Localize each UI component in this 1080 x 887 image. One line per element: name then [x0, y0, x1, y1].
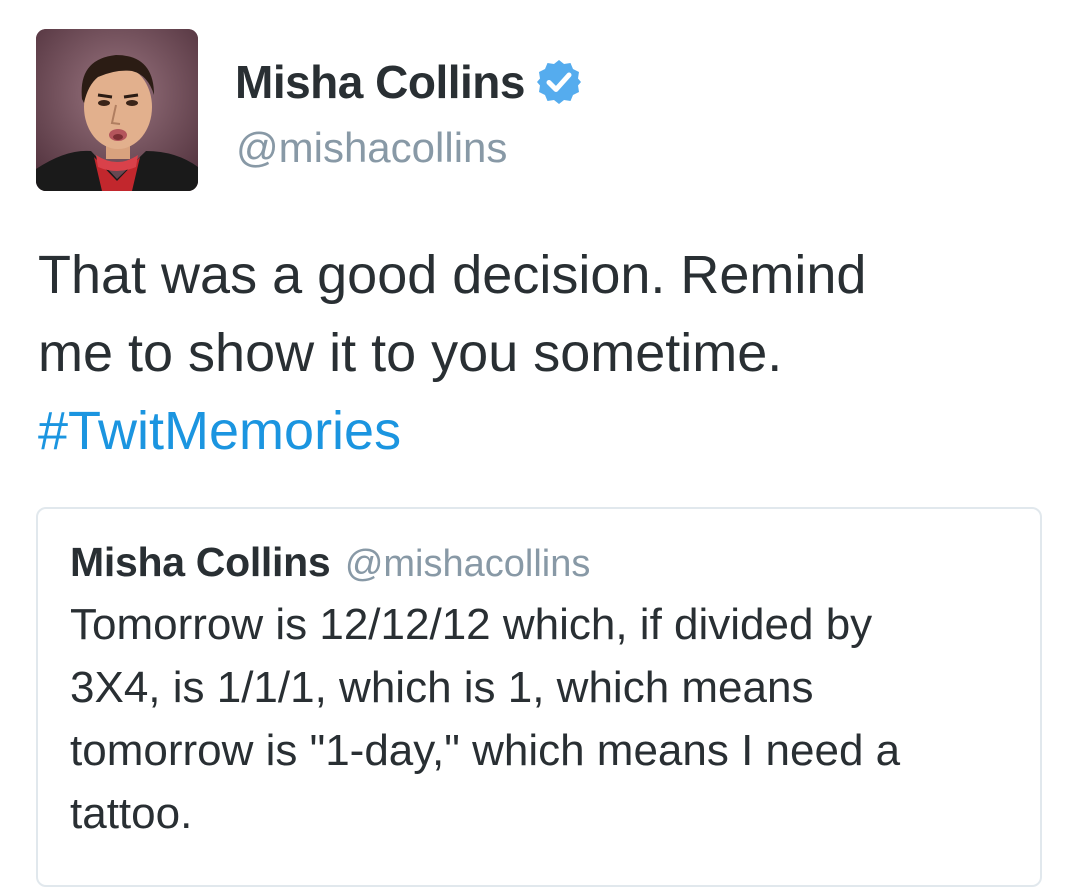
quoted-text-line: 3X4, is 1/1/1, which is 1, which means [70, 663, 814, 712]
author-handle[interactable]: @mishacollins [236, 124, 507, 172]
verified-badge-icon [535, 58, 583, 106]
tweet-text: That was a good decision. Remind me to s… [38, 236, 1048, 470]
tweet-text-line: me to show it to you sometime. [38, 323, 783, 383]
quoted-tweet-text: Tomorrow is 12/12/12 which, if divided b… [70, 593, 1010, 845]
hashtag-link[interactable]: #TwitMemories [38, 392, 1048, 470]
quoted-text-line: tomorrow is "1-day," which means I need … [70, 726, 901, 775]
author-name-row: Misha Collins [235, 52, 583, 112]
quoted-author-handle[interactable]: @mishacollins [345, 543, 591, 585]
tweet: Misha Collins @mishacollins That was a g… [0, 0, 1080, 887]
quoted-author-name[interactable]: Misha Collins [70, 539, 331, 585]
profile-photo-icon [36, 29, 198, 191]
tweet-text-line: That was a good decision. Remind [38, 245, 867, 305]
quoted-text-line: Tomorrow is 12/12/12 which, if divided b… [70, 600, 873, 649]
avatar[interactable] [36, 29, 198, 191]
author-name[interactable]: Misha Collins [235, 55, 525, 109]
quoted-tweet-header: Misha Collins @mishacollins [70, 539, 590, 586]
quoted-text-line: tattoo. [70, 789, 193, 838]
quoted-tweet-card[interactable]: Misha Collins @mishacollins Tomorrow is … [36, 507, 1042, 887]
